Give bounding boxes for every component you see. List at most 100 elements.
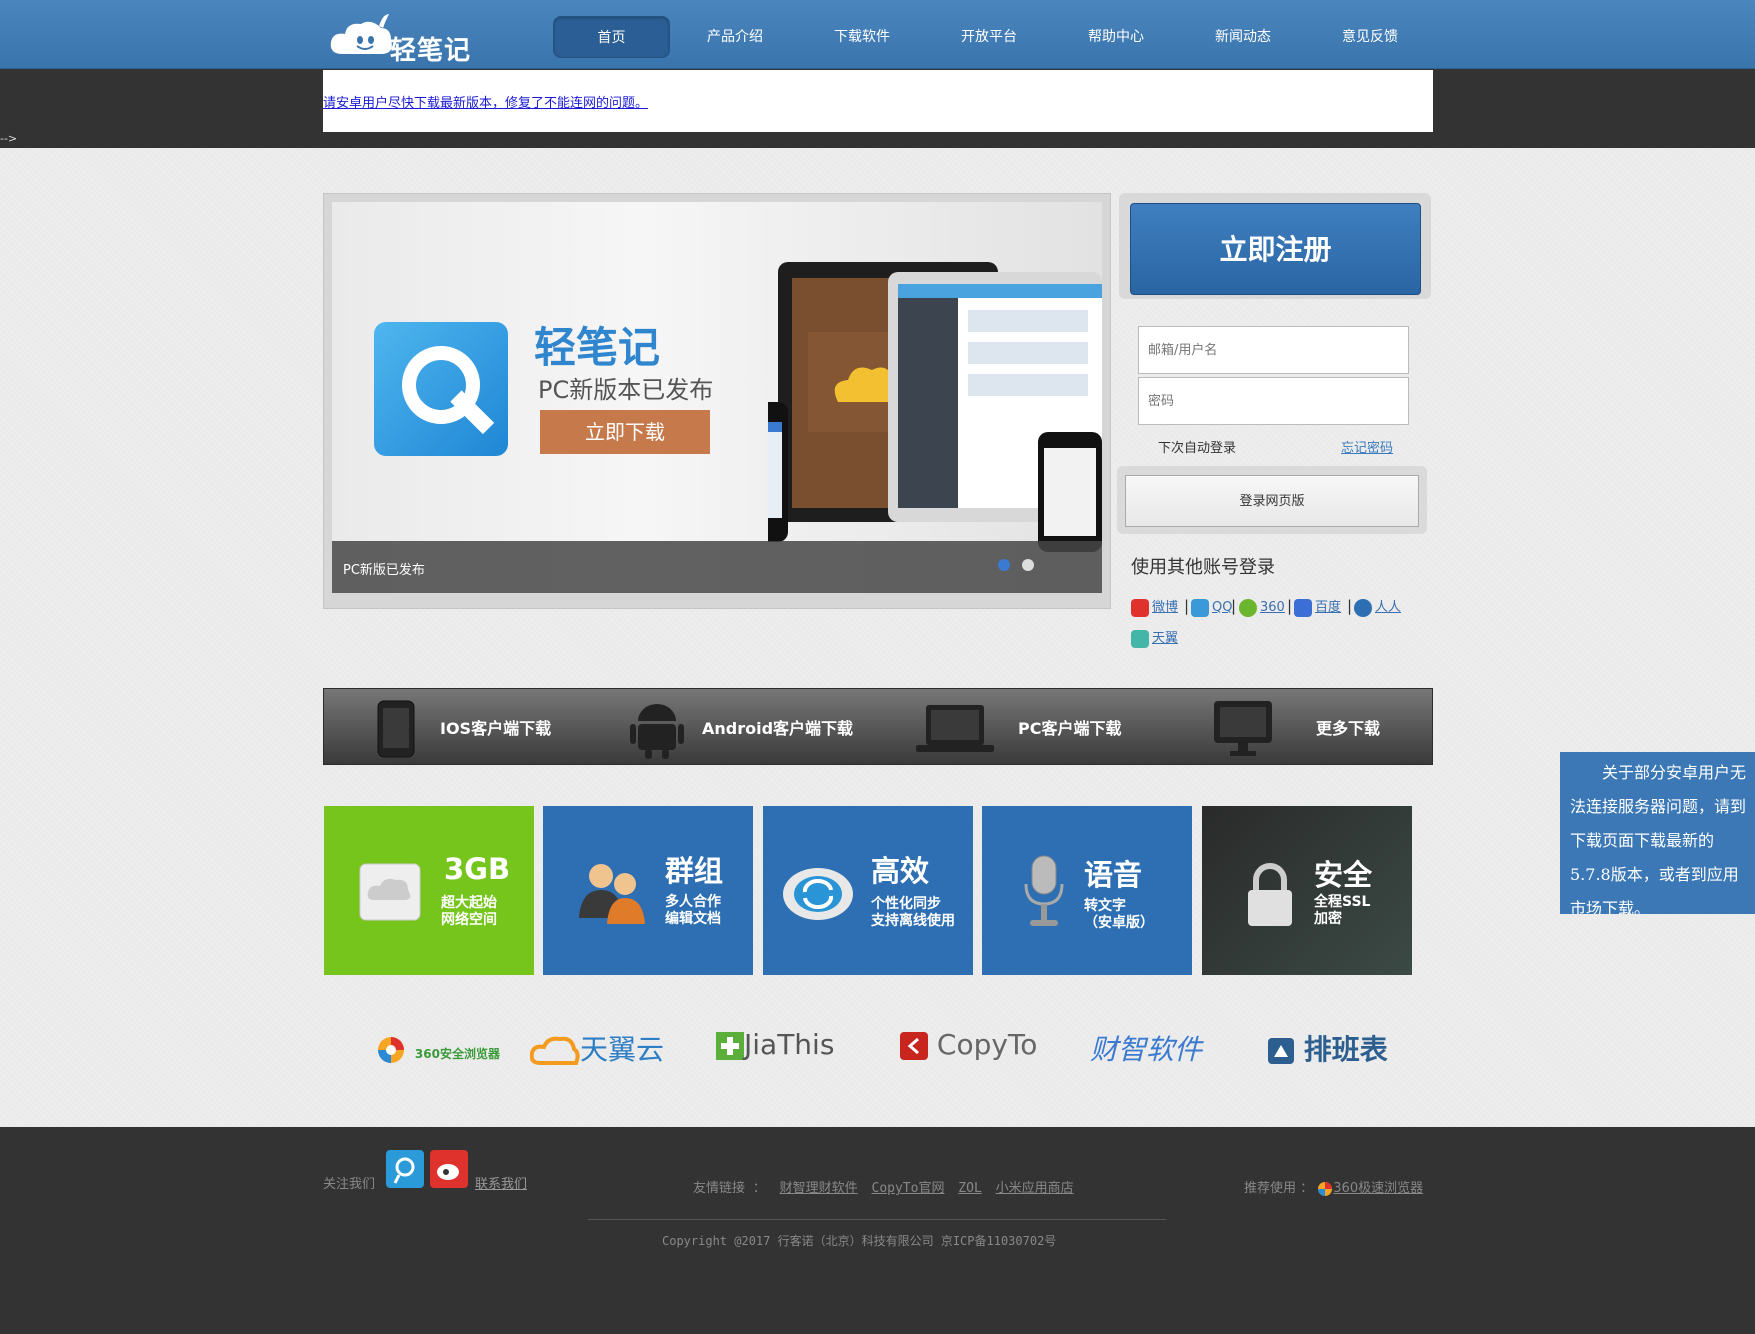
monitor-icon[interactable]: [1212, 699, 1274, 759]
tianyi-icon: [1131, 629, 1149, 648]
jiathis-plus-icon: [716, 1032, 744, 1060]
feature-tile-storage[interactable]: 3GB 超大起始 网络空间: [324, 806, 534, 975]
social-tianyi-link[interactable]: 天翼: [1131, 628, 1178, 650]
contact-us-link[interactable]: 联系我们: [475, 1173, 527, 1192]
recommend-label: 推荐使用 ：: [1244, 1181, 1314, 1196]
footer: [0, 1127, 1755, 1334]
microphone-icon: [1024, 855, 1064, 926]
slide-dot-2[interactable]: [1022, 559, 1034, 571]
remember-me-checkbox[interactable]: 下次自动登录: [1158, 437, 1236, 456]
partner-paibanbiao-label: 排班表: [1303, 1033, 1388, 1066]
other-login-title: 使用其他账号登录: [1131, 557, 1275, 578]
app-q-icon: [374, 322, 508, 456]
nav-item-download[interactable]: 下载软件: [812, 16, 912, 58]
forgot-password-link[interactable]: 忘记密码: [1341, 437, 1393, 456]
feature-title: 群组: [665, 854, 724, 888]
feature-title: 3GB: [444, 852, 511, 886]
social-baidu-label: 百度: [1315, 600, 1342, 615]
group-icon: [579, 864, 645, 924]
nav-item-product[interactable]: 产品介绍: [685, 16, 785, 58]
partner-jiathis-logo[interactable]: JiaThis: [716, 1028, 834, 1061]
feature-sub-2: 网络空间: [441, 912, 497, 928]
social-360-link[interactable]: 360: [1239, 597, 1285, 619]
feature-sub-1: 全程SSL: [1314, 894, 1371, 910]
tencent-weibo-icon[interactable]: [386, 1150, 424, 1188]
360-browser-icon: [378, 1037, 404, 1063]
social-qq-link[interactable]: QQ: [1191, 597, 1232, 619]
qq-icon: [1191, 598, 1209, 617]
partner-copyto-logo[interactable]: CopyTo: [900, 1028, 1037, 1061]
feature-tile-efficiency[interactable]: 高效 个性化同步 支持离线使用: [763, 806, 973, 975]
baidu-icon: [1294, 598, 1312, 617]
feature-sub-2: 支持离线使用: [871, 913, 955, 929]
top-navigation-bar: 轻笔记 首页 产品介绍 下载软件 开放平台 帮助中心 新闻动态 意见反馈: [0, 0, 1755, 69]
partner-jiathis-label: JiaThis: [744, 1028, 835, 1061]
social-360-label: 360: [1260, 600, 1285, 615]
download-bar: IOS客户端下载 Android客户端下载 PC客户端下载 更多下载: [323, 688, 1433, 765]
partner-360-label: 360安全浏览器: [414, 1047, 500, 1061]
sync-icon: [783, 868, 853, 920]
recommend-link[interactable]: 360极速浏览器: [1333, 1181, 1423, 1196]
friendly-links-label: 友情链接 ：: [693, 1181, 766, 1196]
download-more-link[interactable]: 更多下载: [1316, 715, 1380, 739]
banner-title: 轻笔记: [534, 323, 661, 372]
360-icon: [1239, 598, 1257, 617]
partner-tianyi-logo[interactable]: 天翼云: [529, 1028, 665, 1068]
copyright: Copyright @2017 行客诺（北京）科技有限公司 京ICP备11030…: [662, 1234, 1057, 1248]
laptop-icon[interactable]: [916, 703, 994, 755]
social-tianyi-label: 天翼: [1152, 631, 1179, 646]
login-web-button[interactable]: 登录网页版: [1125, 475, 1419, 527]
logo-text[interactable]: 轻笔记: [390, 30, 471, 67]
slide-dot-1[interactable]: [998, 559, 1010, 571]
link-zol[interactable]: ZOL: [958, 1181, 981, 1196]
username-input[interactable]: [1138, 326, 1409, 374]
nav-item-home[interactable]: 首页: [553, 16, 670, 58]
copyto-icon: [900, 1032, 928, 1060]
nav-item-news[interactable]: 新闻动态: [1193, 16, 1293, 58]
partner-caizhi-logo[interactable]: 财智软件: [1090, 1028, 1202, 1068]
feature-tile-voice[interactable]: 语音 转文字 （安卓版）: [982, 806, 1192, 975]
floating-notice[interactable]: 关于部分安卓用户无法连接服务器问题，请到下载页面下载最新的5.7.8版本，或者到…: [1560, 752, 1755, 914]
devices-illustration-icon: [768, 262, 1102, 552]
sina-weibo-icon[interactable]: [430, 1150, 468, 1188]
download-ios-link[interactable]: IOS客户端下载: [440, 715, 551, 739]
notice-link[interactable]: 请安卓用户尽快下载最新版本，修复了不能连网的问题。: [323, 92, 648, 111]
feature-sub-1: 超大起始: [441, 895, 497, 911]
download-android-link[interactable]: Android客户端下载: [702, 715, 853, 739]
nav-item-help[interactable]: 帮助中心: [1066, 16, 1166, 58]
feature-sub-2: 加密: [1314, 911, 1342, 927]
banner-caption: PC新版已发布: [343, 563, 425, 578]
social-baidu-link[interactable]: 百度: [1294, 597, 1341, 619]
social-weibo-link[interactable]: 微博: [1131, 597, 1178, 619]
link-copyto[interactable]: CopyTo官网: [872, 1181, 945, 1196]
promo-banner[interactable]: 轻笔记 PC新版本已发布 立即下载 PC新版已发布: [332, 202, 1102, 593]
password-input[interactable]: [1138, 377, 1409, 425]
feature-tile-security[interactable]: 安全 全程SSL 加密: [1202, 806, 1412, 975]
360-browser-icon: [1318, 1181, 1333, 1196]
partner-tianyi-label: 天翼云: [580, 1033, 665, 1066]
partner-paibanbiao-logo[interactable]: 排班表: [1268, 1028, 1388, 1068]
link-caizhi[interactable]: 财智理财软件: [780, 1181, 858, 1196]
feature-tile-group[interactable]: 群组 多人合作 编辑文档: [543, 806, 753, 975]
renren-icon: [1354, 598, 1372, 617]
nav-item-feedback[interactable]: 意见反馈: [1320, 16, 1420, 58]
feature-title: 高效: [871, 854, 930, 888]
partner-copyto-label: CopyTo: [936, 1028, 1038, 1061]
notice-box: 请安卓用户尽快下载最新版本，修复了不能连网的问题。: [323, 70, 1433, 132]
social-renren-label: 人人: [1375, 600, 1402, 615]
social-renren-link[interactable]: 人人: [1354, 597, 1401, 619]
friendly-links: 友情链接 ： 财智理财软件 CopyTo官网 ZOL 小米应用商店: [693, 1177, 1074, 1196]
android-icon[interactable]: [630, 699, 684, 759]
phone-icon[interactable]: [376, 699, 416, 759]
register-button[interactable]: 立即注册: [1130, 203, 1421, 295]
banner-subtitle: PC新版本已发布: [538, 376, 714, 404]
download-pc-link[interactable]: PC客户端下载: [1018, 715, 1121, 739]
link-xiaomi[interactable]: 小米应用商店: [996, 1181, 1074, 1196]
cloud-drive-icon: [359, 863, 421, 921]
weibo-icon: [1131, 598, 1149, 617]
partner-360-logo[interactable]: 360安全浏览器: [376, 1032, 500, 1065]
nav-item-open-platform[interactable]: 开放平台: [939, 16, 1039, 58]
feature-title: 语音: [1084, 858, 1143, 892]
banner-download-button[interactable]: 立即下载: [540, 410, 710, 454]
feature-title: 安全: [1314, 858, 1373, 892]
